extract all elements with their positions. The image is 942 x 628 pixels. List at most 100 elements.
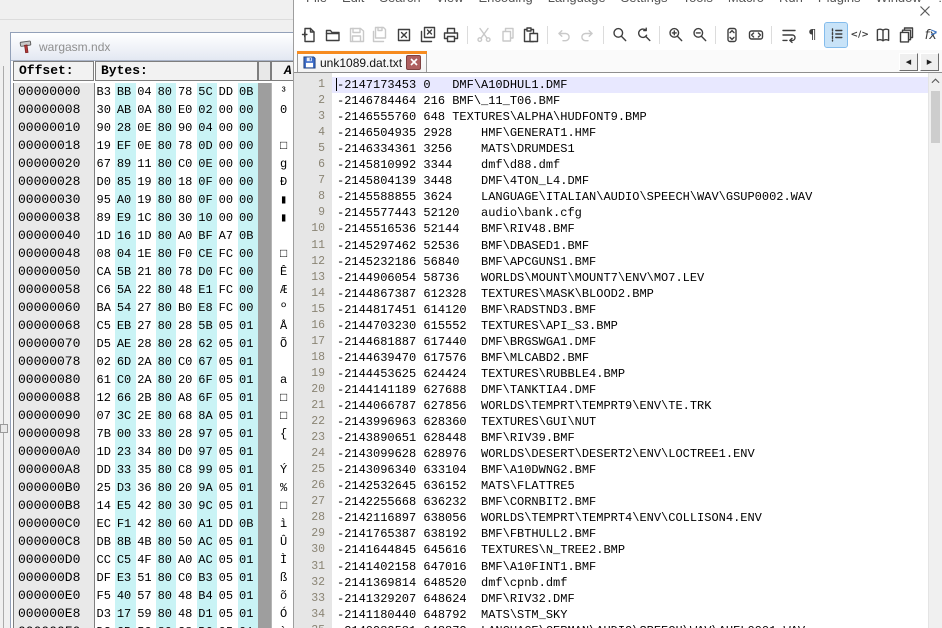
byte-value[interactable]: 0B: [238, 83, 258, 101]
zoom-out-icon[interactable]: [689, 23, 712, 47]
close-file-icon[interactable]: [393, 23, 416, 47]
byte-value[interactable]: 05: [217, 569, 237, 587]
byte-value[interactable]: 80: [156, 497, 176, 515]
editor-line[interactable]: -2143996963 628360 TEXTURES\GUI\NUT: [332, 414, 929, 430]
byte-value[interactable]: 05: [217, 605, 237, 623]
byte-value[interactable]: E5: [115, 497, 135, 515]
byte-value[interactable]: 05: [217, 425, 237, 443]
byte-value[interactable]: 05: [217, 389, 237, 407]
byte-value[interactable]: C6: [95, 281, 115, 299]
byte-value[interactable]: 00: [238, 173, 258, 191]
editor-line[interactable]: -2144867387 612328 TEXTURES\MASK\BLOOD2.…: [332, 286, 929, 302]
byte-value[interactable]: 19: [136, 191, 156, 209]
byte-value[interactable]: 2A: [136, 353, 156, 371]
byte-value[interactable]: 22: [136, 281, 156, 299]
editor-line[interactable]: -2145588855 3624 LANGUAGE\ITALIAN\AUDIO\…: [332, 189, 929, 205]
editor-line[interactable]: -2141369814 648520 dmf\cpnb.dmf: [332, 575, 929, 591]
byte-value[interactable]: BF: [197, 227, 217, 245]
byte-value[interactable]: 1D: [95, 227, 115, 245]
hex-row[interactable]: 00000070D5AE288028620501Õ: [11, 335, 311, 353]
byte-value[interactable]: 01: [238, 479, 258, 497]
byte-value[interactable]: D5: [95, 335, 115, 353]
byte-value[interactable]: 30: [176, 497, 196, 515]
close-all-icon[interactable]: [416, 23, 439, 47]
byte-value[interactable]: 80: [156, 83, 176, 101]
paste-icon[interactable]: [520, 23, 543, 47]
byte-value[interactable]: 01: [238, 461, 258, 479]
byte-value[interactable]: FC: [217, 245, 237, 263]
byte-value[interactable]: 05: [217, 335, 237, 353]
byte-value[interactable]: 90: [95, 119, 115, 137]
hex-row[interactable]: 00000068C5EB2780285B0501Å: [11, 317, 311, 335]
editor-line[interactable]: -2145516536 52144 BMF\RIV48.BMF: [332, 221, 929, 237]
byte-value[interactable]: 01: [238, 551, 258, 569]
byte-value[interactable]: 40: [115, 587, 135, 605]
byte-value[interactable]: 00: [217, 101, 237, 119]
byte-value[interactable]: 01: [238, 569, 258, 587]
editor-line[interactable]: -2142255668 636232 BMF\CORNBIT2.BMF: [332, 494, 929, 510]
byte-value[interactable]: 5B: [115, 263, 135, 281]
byte-value[interactable]: 33: [115, 461, 135, 479]
editor-line[interactable]: -2144639470 617576 BMF\MLCABD2.BMF: [332, 350, 929, 366]
byte-value[interactable]: 80: [156, 155, 176, 173]
byte-value[interactable]: 25: [95, 479, 115, 497]
byte-value[interactable]: 67: [197, 353, 217, 371]
byte-value[interactable]: C0: [176, 155, 196, 173]
byte-value[interactable]: 80: [156, 137, 176, 155]
bytes-cell[interactable]: 7B00338028970501: [95, 425, 258, 443]
scrollbar-thumb[interactable]: [931, 91, 940, 143]
copy-icon[interactable]: [496, 23, 519, 47]
byte-value[interactable]: 5B: [197, 317, 217, 335]
byte-value[interactable]: 05: [217, 407, 237, 425]
byte-value[interactable]: 80: [156, 227, 176, 245]
bytes-cell[interactable]: CCC54F80A0AC0501: [95, 551, 258, 569]
byte-value[interactable]: 01: [238, 497, 258, 515]
byte-value[interactable]: 89: [95, 209, 115, 227]
byte-value[interactable]: 80: [156, 353, 176, 371]
editor-line[interactable]: -2144681887 617440 DMF\BRGSWGA1.DMF: [332, 334, 929, 350]
editor-line[interactable]: -2144817451 614120 BMF\RADSTND3.BMF: [332, 302, 929, 318]
byte-value[interactable]: 30: [176, 209, 196, 227]
byte-value[interactable]: 01: [238, 389, 258, 407]
byte-value[interactable]: 4B: [136, 533, 156, 551]
scrollbar-up-icon[interactable]: [929, 73, 942, 89]
bytes-cell[interactable]: D0851980180F0000: [95, 173, 258, 191]
byte-value[interactable]: AC: [197, 533, 217, 551]
editor-line[interactable]: -2144906054 58736 WORLDS\MOUNT\MOUNT7\EN…: [332, 270, 929, 286]
byte-value[interactable]: 97: [197, 443, 217, 461]
byte-value[interactable]: AE: [115, 335, 135, 353]
byte-value[interactable]: 80: [156, 551, 176, 569]
byte-value[interactable]: 60: [176, 515, 196, 533]
hex-row[interactable]: 00000000B3BB0480785CDD0B³: [11, 83, 311, 101]
byte-value[interactable]: D0: [95, 173, 115, 191]
byte-value[interactable]: AB: [115, 101, 135, 119]
byte-value[interactable]: 80: [156, 425, 176, 443]
byte-value[interactable]: 11: [136, 155, 156, 173]
hex-row[interactable]: 0000008061C02A80206F0501a: [11, 371, 311, 389]
editor-line[interactable]: -2144453625 624424 TEXTURES\RUBBLE4.BMP: [332, 366, 929, 382]
byte-value[interactable]: 80: [176, 191, 196, 209]
bytes-cell[interactable]: 08041E80F0CEFC00: [95, 245, 258, 263]
byte-value[interactable]: DB: [95, 533, 115, 551]
byte-value[interactable]: 28: [115, 119, 135, 137]
hex-row[interactable]: 000000F0D3CB5C8038B60501à: [11, 623, 311, 628]
byte-value[interactable]: 8B: [115, 533, 135, 551]
menu-item-search[interactable]: Search: [379, 0, 420, 5]
byte-value[interactable]: 00: [217, 173, 237, 191]
byte-value[interactable]: 78: [176, 137, 196, 155]
bytes-cell[interactable]: 95A01980800F0000: [95, 191, 258, 209]
byte-value[interactable]: 2E: [136, 407, 156, 425]
byte-value[interactable]: 0F: [197, 191, 217, 209]
bytes-cell[interactable]: DB8B4B8050AC0501: [95, 533, 258, 551]
byte-value[interactable]: 00: [217, 209, 237, 227]
byte-value[interactable]: 80: [156, 245, 176, 263]
menu-item-window[interactable]: Window: [876, 0, 922, 5]
byte-value[interactable]: CE: [197, 245, 217, 263]
byte-value[interactable]: A0: [176, 551, 196, 569]
hex-row[interactable]: 000000A8DD333580C8990501Ý: [11, 461, 311, 479]
hex-row[interactable]: 0000008812662B80A86F0501□: [11, 389, 311, 407]
byte-value[interactable]: 5A: [115, 281, 135, 299]
byte-value[interactable]: 90: [176, 119, 196, 137]
byte-value[interactable]: 80: [156, 569, 176, 587]
byte-value[interactable]: 00: [238, 119, 258, 137]
